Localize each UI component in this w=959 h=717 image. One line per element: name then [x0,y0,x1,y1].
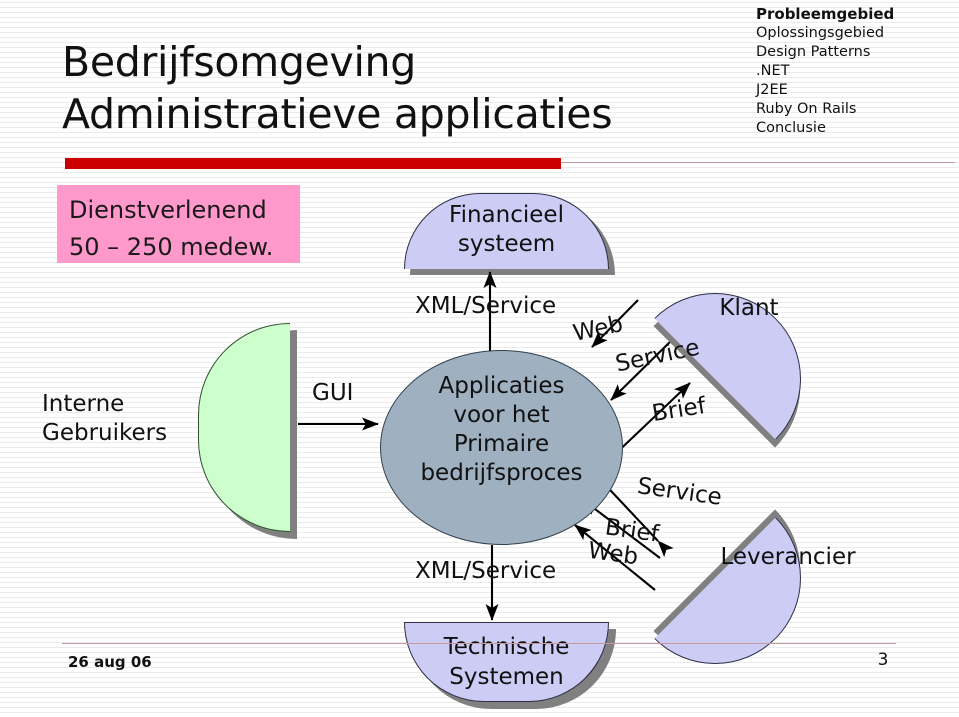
nav-item-j2ee[interactable]: J2EE [756,81,956,100]
financieel-systeem-body [404,193,609,269]
nav-item-design-patterns[interactable]: Design Patterns [756,43,956,62]
leverancier-shape [653,509,837,700]
title-line-1: Bedrijfsomgeving [62,38,416,86]
technische-systemen-body [404,622,609,702]
connector-label-brief-klant: Brief [650,392,708,428]
page-title: Bedrijfsomgeving Administratieve applica… [62,36,752,140]
klant-shape [653,257,837,448]
technische-systemen-shape: Technische Systemen [404,622,616,709]
company-profile-box: Dienstverlenend 50 – 250 medew. [57,185,300,263]
title-line-2: Administratieve applicaties [62,90,613,138]
nav-item-conclusie[interactable]: Conclusie [756,119,956,138]
connector-label-xml-bottom: XML/Service [415,558,557,584]
connector-label-brief-leverancier: Brief [603,514,661,548]
financieel-systeem-shape: Financieel systeem [404,193,615,275]
connector-label-web-klant: Web [570,311,626,347]
connector-label-service-leverancier: Service [635,473,724,511]
primaire-bedrijfsproces-shape [380,350,623,545]
company-profile-line-2: 50 – 250 medew. [69,233,274,261]
nav-item-oplossingsgebied[interactable]: Oplossingsgebied [756,24,956,43]
nav-item-probleemgebied[interactable]: Probleemgebied [756,5,956,24]
nav-item-ruby-on-rails[interactable]: Ruby On Rails [756,100,956,119]
footer-page-number: 3 [877,650,889,670]
connector-label-xml-top: XML/Service [415,293,557,319]
title-accent-bar [65,158,561,169]
company-profile-line-1: Dienstverlenend [69,196,267,224]
connector-label-gui: GUI [312,380,354,406]
footer-date: 26 aug 06 [68,653,152,671]
interne-gebruikers-shape [198,323,297,539]
footer-divider [62,643,896,644]
connector-label-web-leverancier: Web [586,537,640,571]
agenda-nav: Probleemgebied Oplossingsgebied Design P… [756,5,956,138]
interne-gebruikers-body [198,323,290,532]
nav-item-net[interactable]: .NET [756,62,956,81]
slide-canvas: Bedrijfsomgeving Administratieve applica… [0,0,959,717]
